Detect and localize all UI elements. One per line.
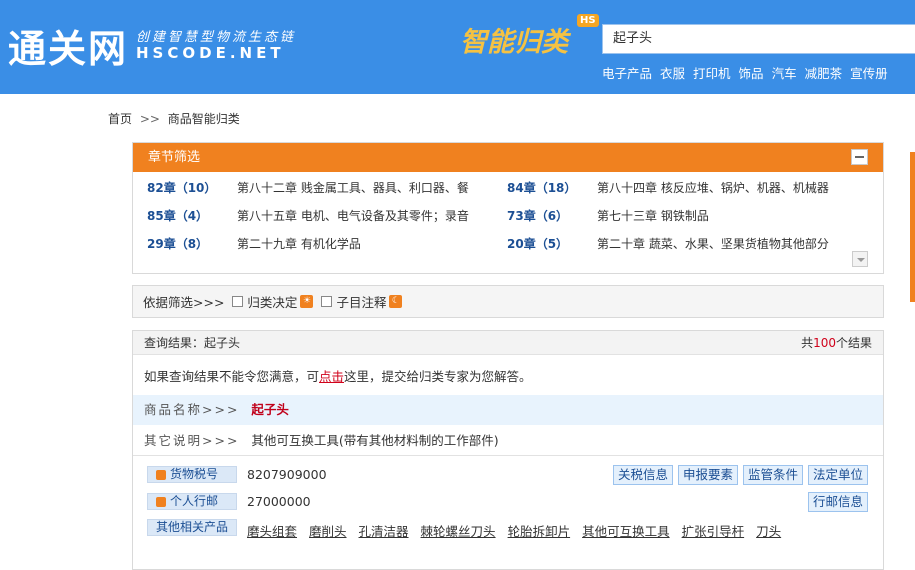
other-desc-value: 其他可互换工具(带有其他材料制的工作部件) xyxy=(251,433,499,448)
feedback-notice: 如果查询结果不能令您满意，可点击这里，提交给归类专家为您解答。 xyxy=(144,366,532,385)
related-product-link[interactable]: 孔清洁器 xyxy=(359,521,409,540)
sun-icon: ☀ xyxy=(300,295,314,308)
quick-link[interactable]: 衣服 xyxy=(660,63,685,82)
result-header: 查询结果：起子头 共100个结果 xyxy=(133,331,883,355)
breadcrumb: 首页 >> 商品智能归类 xyxy=(108,110,240,127)
product-name-value: 起子头 xyxy=(251,402,289,417)
brand-title: 智能归类 HS xyxy=(460,14,599,59)
quick-link[interactable]: 饰品 xyxy=(739,63,764,82)
product-name-row: 商品名称>>> 起子头 xyxy=(133,395,883,425)
related-product-link[interactable]: 扩张引导杆 xyxy=(682,521,745,540)
postal-info-button[interactable]: 行邮信息 xyxy=(808,492,869,512)
book-icon xyxy=(156,469,166,480)
related-product-link[interactable]: 其他可互换工具 xyxy=(582,521,670,540)
breadcrumb-separator: >> xyxy=(139,112,160,126)
chapter-filter-header: 章节筛选 xyxy=(133,143,883,172)
notice-text-before: 如果查询结果不能令您满意，可 xyxy=(144,369,320,384)
other-desc-label: 其它说明>>> xyxy=(144,433,240,448)
site-logo[interactable]: 通关网 xyxy=(8,18,128,73)
search-input[interactable]: 起子头 xyxy=(602,24,915,54)
hs-badge: HS xyxy=(577,14,599,27)
chapter-link[interactable]: 20章（5） xyxy=(507,235,568,252)
quick-links: 电子产品 衣服 打印机 饰品 汽车 减肥茶 宣传册 xyxy=(602,63,888,82)
result-panel: 查询结果：起子头 共100个结果 如果查询结果不能令您满意，可点击这里，提交给归… xyxy=(132,330,884,570)
chapter-link[interactable]: 84章（18） xyxy=(507,179,576,196)
other-desc-row: 其它说明>>> 其他可互换工具(带有其他材料制的工作部件) xyxy=(133,426,883,456)
personal-postal-label: 个人行邮 xyxy=(147,493,237,510)
total-number: 100 xyxy=(813,336,836,350)
tariff-info-button[interactable]: 关税信息 xyxy=(613,465,674,485)
chapter-link[interactable]: 85章（4） xyxy=(147,207,208,224)
notice-text-after: 这里，提交给归类专家为您解答。 xyxy=(344,369,532,384)
related-products-label: 其他相关产品 xyxy=(147,519,237,536)
chapter-desc[interactable]: 第八十五章 电机、电气设备及其零件；录音 xyxy=(237,207,469,224)
basis-filter-label: 依据筛选>>> xyxy=(143,295,225,310)
site-domain: HSCODE.NET xyxy=(136,44,285,62)
moon-icon: ☾ xyxy=(389,295,403,308)
result-count: 共100个结果 xyxy=(801,331,872,355)
subheading-note-label[interactable]: 子目注释 xyxy=(336,292,386,311)
quick-link[interactable]: 汽车 xyxy=(772,63,797,82)
chapter-filter-panel: 章节筛选 82章（10） 第八十二章 贱金属工具、器具、利口器、餐 84章（18… xyxy=(132,142,884,274)
chapter-desc[interactable]: 第二十章 蔬菜、水果、坚果货植物其他部分 xyxy=(597,235,829,252)
tax-code-label: 货物税号 xyxy=(147,466,237,483)
related-product-link[interactable]: 棘轮螺丝刀头 xyxy=(421,521,496,540)
quick-link[interactable]: 电子产品 xyxy=(602,63,652,82)
total-prefix: 共 xyxy=(801,336,814,350)
tax-code-value: 8207909000 xyxy=(247,467,327,482)
query-label: 查询结果：起子头 xyxy=(144,336,241,350)
chapter-desc[interactable]: 第八十四章 核反应堆、锅炉、机器、机械器 xyxy=(597,179,829,196)
quick-link[interactable]: 减肥茶 xyxy=(805,63,843,82)
site-slogan: 创建智慧型物流生态链 xyxy=(136,30,297,45)
site-header: 通关网 创建智慧型物流生态链 HSCODE.NET 智能归类 HS 起子头 电子… xyxy=(0,0,915,94)
collapse-icon[interactable] xyxy=(851,149,868,165)
personal-postal-value: 27000000 xyxy=(247,494,311,509)
tax-code-label-text: 货物税号 xyxy=(170,467,219,481)
notice-link[interactable]: 点击 xyxy=(319,369,344,384)
side-tab[interactable] xyxy=(910,152,915,302)
chapter-filter-title: 章节筛选 xyxy=(148,150,201,165)
breadcrumb-current: 商品智能归类 xyxy=(167,112,240,126)
breadcrumb-home[interactable]: 首页 xyxy=(108,112,132,126)
declaration-elements-button[interactable]: 申报要素 xyxy=(678,465,739,485)
chapter-link[interactable]: 29章（8） xyxy=(147,235,208,252)
personal-postal-label-text: 个人行邮 xyxy=(170,494,219,508)
brand-title-text: 智能归类 xyxy=(460,27,568,58)
decision-label[interactable]: 归类决定 xyxy=(247,292,297,311)
quick-link[interactable]: 打印机 xyxy=(693,63,731,82)
chapter-link[interactable]: 73章（6） xyxy=(507,207,568,224)
quick-link[interactable]: 宣传册 xyxy=(850,63,888,82)
related-products-list: 磨头组套 磨削头 孔清洁器 棘轮螺丝刀头 轮胎拆卸片 其他可互换工具 扩张引导杆… xyxy=(247,521,781,540)
legal-unit-button[interactable]: 法定单位 xyxy=(808,465,869,485)
product-name-label: 商品名称>>> xyxy=(144,402,240,417)
chapter-desc[interactable]: 第七十三章 钢铁制品 xyxy=(597,207,709,224)
related-product-link[interactable]: 磨头组套 xyxy=(247,521,297,540)
related-product-link[interactable]: 刀头 xyxy=(756,521,781,540)
related-product-link[interactable]: 磨削头 xyxy=(309,521,347,540)
related-product-link[interactable]: 轮胎拆卸片 xyxy=(508,521,571,540)
basis-filter-bar: 依据筛选>>> 归类决定 ☀ 子目注释 ☾ xyxy=(132,285,884,318)
chapter-desc[interactable]: 第八十二章 贱金属工具、器具、利口器、餐 xyxy=(237,179,469,196)
chapter-desc[interactable]: 第二十九章 有机化学品 xyxy=(237,235,361,252)
regulatory-conditions-button[interactable]: 监管条件 xyxy=(743,465,804,485)
total-suffix: 个结果 xyxy=(835,336,872,350)
subheading-note-checkbox[interactable] xyxy=(321,296,333,307)
chapter-link[interactable]: 82章（10） xyxy=(147,179,216,196)
chevron-down-icon[interactable] xyxy=(852,251,868,267)
plane-icon xyxy=(156,496,166,507)
decision-checkbox[interactable] xyxy=(232,296,244,307)
related-products-label-text: 其他相关产品 xyxy=(156,520,229,534)
